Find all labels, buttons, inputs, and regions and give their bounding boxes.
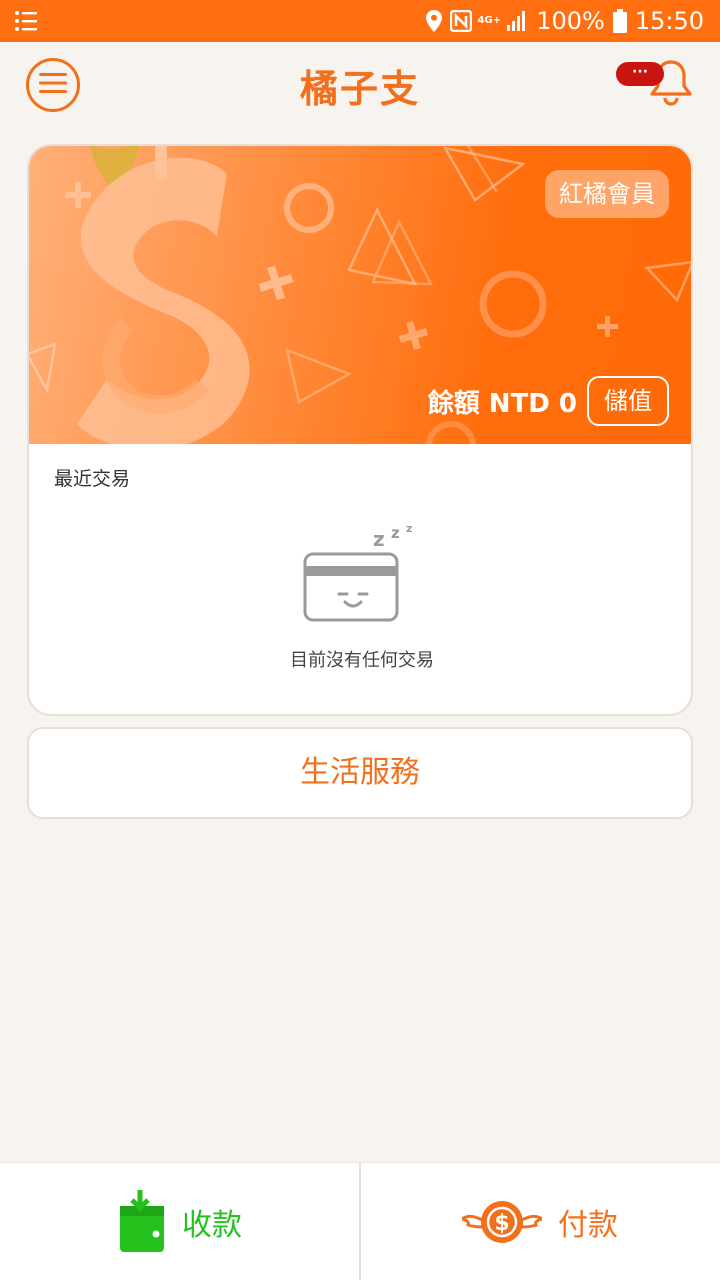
notification-badge: ··· xyxy=(616,62,664,86)
wallet-card-panel: 紅橘會員 餘額 NTD 0 儲值 最近交易 z z z 目前沒有任何交易 xyxy=(27,144,693,716)
svg-text:z: z xyxy=(373,527,385,551)
status-bar: 4G+ 100% 15:50 xyxy=(0,0,720,42)
svg-text:z: z xyxy=(406,524,412,535)
battery-percent: 100% xyxy=(536,7,605,35)
bottom-action-bar: 收款 $ 付款 xyxy=(0,1162,720,1280)
app-screen: 4G+ 100% 15:50 橘子支 ··· 紅橘會員 餘額 NTD 0 儲值 … xyxy=(0,0,720,1280)
signal-icon xyxy=(506,11,528,31)
recent-transactions: 最近交易 z z z 目前沒有任何交易 xyxy=(29,444,691,714)
app-header: 橘子支 ··· xyxy=(0,42,720,128)
svg-text:z: z xyxy=(391,524,400,542)
topup-button[interactable]: 儲值 xyxy=(587,376,669,426)
clock: 15:50 xyxy=(634,7,704,35)
member-level-badge: 紅橘會員 xyxy=(545,170,669,218)
pay-label: 付款 xyxy=(558,1208,618,1243)
empty-transactions-text: 目前沒有任何交易 xyxy=(290,650,434,671)
notification-button[interactable]: ··· xyxy=(612,56,696,112)
sleeping-card-icon: z z z xyxy=(303,524,412,622)
balance-row: 餘額 NTD 0 儲值 xyxy=(428,376,669,426)
network-icon: 4G+ xyxy=(477,15,501,26)
receive-label: 收款 xyxy=(182,1208,242,1243)
location-icon xyxy=(426,10,443,32)
svg-text:$: $ xyxy=(494,1211,509,1236)
winged-coin-icon: $ xyxy=(462,1201,542,1243)
nfc-icon xyxy=(450,10,473,32)
recent-title: 最近交易 xyxy=(54,468,131,490)
balance-label: 餘額 NTD 0 xyxy=(427,388,577,419)
wallet-download-icon xyxy=(120,1190,164,1252)
battery-icon xyxy=(612,9,627,33)
life-services-button[interactable]: 生活服務 xyxy=(27,727,693,819)
receive-button[interactable]: 收款 xyxy=(0,1163,360,1280)
pay-button[interactable]: $ 付款 xyxy=(360,1163,720,1280)
list-icon xyxy=(14,10,38,32)
member-card: 紅橘會員 餘額 NTD 0 儲值 xyxy=(29,146,691,444)
